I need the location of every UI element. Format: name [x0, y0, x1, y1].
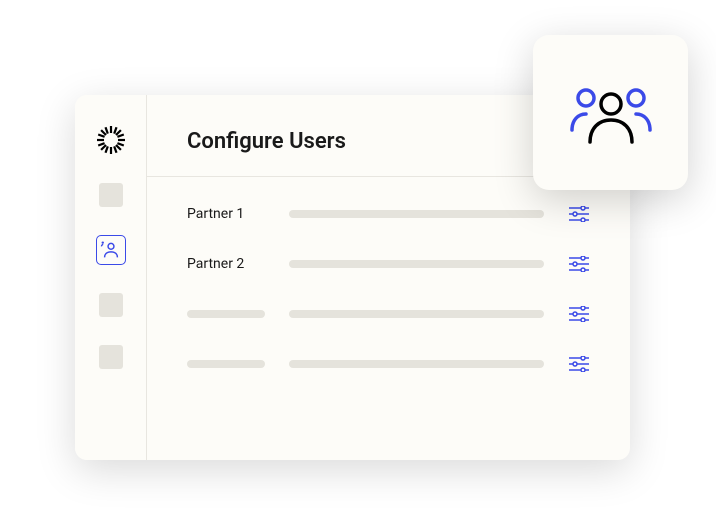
sliders-icon: [569, 306, 589, 322]
sliders-icon: [569, 256, 589, 272]
sidebar-nav-item-3[interactable]: [99, 293, 123, 317]
user-row-label-placeholder: [187, 310, 265, 318]
user-row-placeholder-bar: [289, 360, 544, 368]
user-row-placeholder-bar: [289, 210, 544, 218]
user-row-placeholder-bar: [289, 260, 544, 268]
user-list: Partner 1 Partner 2: [147, 177, 630, 375]
row-settings-button[interactable]: [568, 303, 590, 325]
page-title: Configure Users: [187, 129, 346, 154]
user-row-placeholder-bar: [289, 310, 544, 318]
sliders-icon: [569, 356, 589, 372]
sidebar-nav-item-4[interactable]: [99, 345, 123, 369]
logo-sunburst-icon: [96, 125, 126, 155]
sidebar: [75, 95, 147, 460]
users-group-icon: [566, 78, 656, 148]
user-row-label-placeholder: [187, 360, 265, 368]
user-row-label: Partner 1: [187, 206, 265, 222]
sidebar-nav-item-users[interactable]: [96, 235, 126, 265]
row-settings-button[interactable]: [568, 353, 590, 375]
user-row: Partner 1: [187, 203, 590, 225]
floating-users-card: [533, 35, 688, 190]
row-settings-button[interactable]: [568, 203, 590, 225]
user-row-label: Partner 2: [187, 256, 265, 272]
row-settings-button[interactable]: [568, 253, 590, 275]
user-row: [187, 303, 590, 325]
sidebar-nav-item-1[interactable]: [99, 183, 123, 207]
user-icon: [100, 239, 122, 261]
user-row: Partner 2: [187, 253, 590, 275]
sliders-icon: [569, 206, 589, 222]
user-row: [187, 353, 590, 375]
